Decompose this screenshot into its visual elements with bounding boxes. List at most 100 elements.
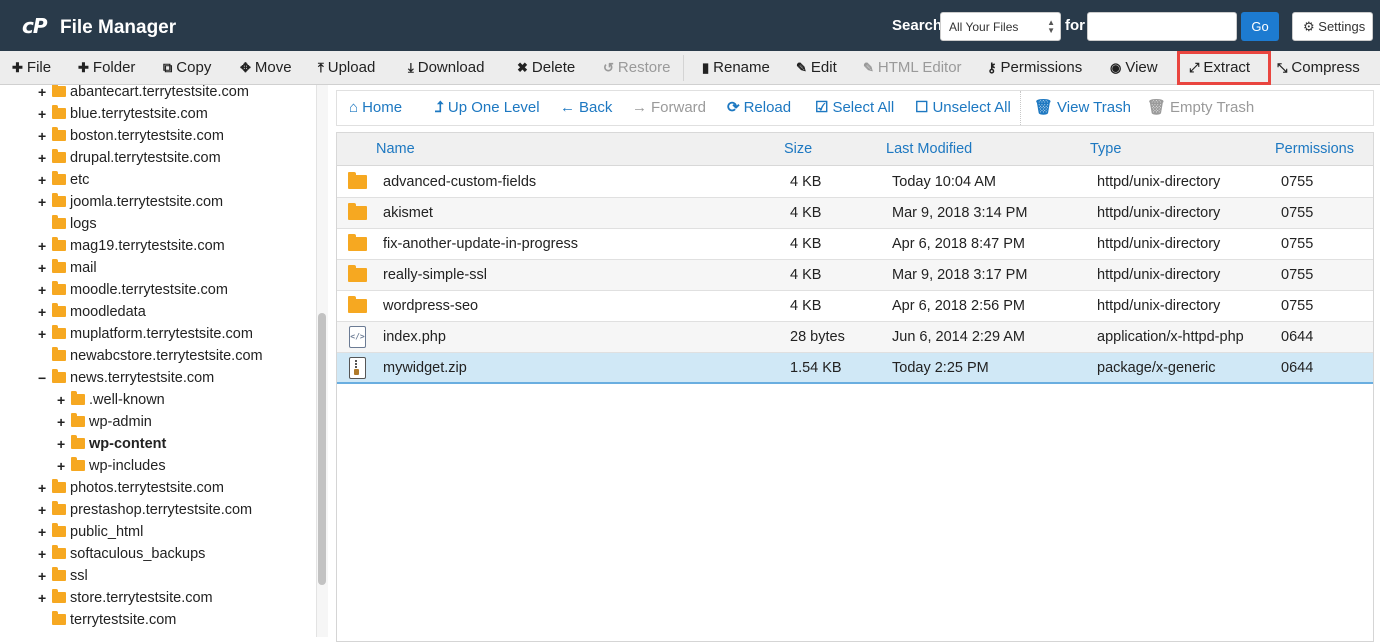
select-all-button[interactable]: ☑ Select All bbox=[815, 91, 894, 125]
column-header-last-modified[interactable]: Last Modified bbox=[886, 133, 972, 166]
expand-icon[interactable]: + bbox=[38, 477, 48, 499]
file-type: httpd/unix-directory bbox=[1097, 174, 1221, 190]
file-name: index.php bbox=[383, 329, 446, 345]
permissions-button[interactable]: ⚷ Permissions bbox=[987, 51, 1082, 84]
view-button[interactable]: ◉ View bbox=[1110, 51, 1158, 84]
folder-icon bbox=[52, 105, 66, 119]
expand-icon[interactable]: + bbox=[38, 521, 48, 543]
expand-icon[interactable]: + bbox=[38, 543, 48, 565]
tree-item-label: moodle.terrytestsite.com bbox=[70, 282, 228, 298]
trash-icon: 🗑 bbox=[1147, 99, 1167, 116]
expand-icon[interactable]: + bbox=[38, 147, 48, 169]
settings-button[interactable]: ⚙ Settings bbox=[1292, 12, 1373, 41]
expand-icon[interactable]: + bbox=[38, 191, 48, 213]
file-type: httpd/unix-directory bbox=[1097, 298, 1221, 314]
search-label: Search bbox=[892, 17, 943, 34]
checkbox-empty-icon: ☐ bbox=[915, 99, 929, 116]
tree-item-label: logs bbox=[70, 216, 97, 232]
settings-label: Settings bbox=[1318, 19, 1366, 34]
expand-icon[interactable]: + bbox=[38, 85, 48, 103]
empty-trash-button[interactable]: 🗑 Empty Trash bbox=[1147, 91, 1254, 125]
search-scope-value: All Your Files bbox=[949, 20, 1019, 34]
key-icon: ⚷ bbox=[987, 60, 997, 75]
expand-icon[interactable]: + bbox=[38, 279, 48, 301]
file-size: 4 KB bbox=[790, 205, 822, 221]
file-type: httpd/unix-directory bbox=[1097, 267, 1221, 283]
pencil-icon: ✎ bbox=[796, 60, 807, 75]
back-button[interactable]: ← Back bbox=[560, 91, 612, 125]
column-header-type[interactable]: Type bbox=[1090, 133, 1121, 166]
folder-icon bbox=[52, 259, 66, 273]
expand-icon[interactable]: + bbox=[38, 257, 48, 279]
go-button[interactable]: Go bbox=[1241, 12, 1279, 41]
cpanel-logo[interactable]: cP bbox=[22, 14, 47, 38]
forward-button[interactable]: → Forward bbox=[632, 91, 706, 125]
folder-icon bbox=[71, 457, 85, 471]
html-editor-button[interactable]: ✎ HTML Editor bbox=[863, 51, 962, 84]
table-row[interactable]: fix-another-update-in-progress 4 KB Apr 6,… bbox=[337, 229, 1373, 260]
tree-scrollbar-thumb[interactable] bbox=[318, 313, 326, 585]
table-row[interactable]: mywidget.zip 1.54 KB Today 2:25 PM package/… bbox=[337, 353, 1373, 384]
tree-item-label: mail bbox=[70, 260, 97, 276]
expand-icon[interactable]: + bbox=[38, 125, 48, 147]
compress-button[interactable]: ⤡ Compress bbox=[1277, 51, 1360, 84]
search-input[interactable] bbox=[1087, 12, 1237, 41]
tree-item-label: store.terrytestsite.com bbox=[70, 590, 213, 606]
expand-icon[interactable]: + bbox=[57, 411, 67, 433]
expand-icon[interactable]: + bbox=[57, 455, 67, 477]
up-one-level-button[interactable]: ⮥ Up One Level bbox=[435, 91, 540, 125]
reload-button[interactable]: ⟳ Reload bbox=[727, 91, 791, 125]
table-row[interactable]: advanced-custom-fields 4 KB Today 10:04 AM… bbox=[337, 167, 1373, 198]
file-modified: Mar 9, 2018 3:14 PM bbox=[892, 205, 1028, 221]
restore-icon: ↺ bbox=[603, 60, 614, 75]
home-button[interactable]: ⌂ Home bbox=[349, 91, 402, 125]
column-header-permissions[interactable]: Permissions bbox=[1275, 133, 1354, 166]
expand-icon[interactable]: + bbox=[38, 103, 48, 125]
expand-icon[interactable]: + bbox=[38, 235, 48, 257]
navigation-bar: ⌂ Home ⮥ Up One Level ← Back → Forward ⟳ Relo… bbox=[336, 90, 1374, 126]
file-name: akismet bbox=[383, 205, 433, 221]
table-row[interactable]: really-simple-ssl 4 KB Mar 9, 2018 3:17 PM… bbox=[337, 260, 1373, 291]
file-modified: Apr 6, 2018 8:47 PM bbox=[892, 236, 1025, 252]
move-button[interactable]: ✥ Move bbox=[240, 51, 292, 84]
column-header-size[interactable]: Size bbox=[784, 133, 812, 166]
expand-icon[interactable]: + bbox=[38, 301, 48, 323]
expand-icon[interactable]: + bbox=[57, 389, 67, 411]
expand-icon[interactable]: + bbox=[38, 587, 48, 609]
expand-icon[interactable]: + bbox=[38, 323, 48, 345]
rename-button[interactable]: ▮ Rename bbox=[702, 51, 770, 84]
plus-icon: ✚ bbox=[78, 60, 89, 75]
new-file-button[interactable]: ✚ File bbox=[12, 51, 51, 84]
file-name: mywidget.zip bbox=[383, 360, 467, 376]
file-type: httpd/unix-directory bbox=[1097, 236, 1221, 252]
unselect-all-button[interactable]: ☐ Unselect All bbox=[915, 91, 1011, 125]
toolbar-divider bbox=[683, 55, 684, 81]
edit-button[interactable]: ✎ Edit bbox=[796, 51, 837, 84]
view-trash-button[interactable]: 🗑 View Trash bbox=[1034, 91, 1131, 125]
table-row[interactable]: </> index.php 28 bytes Jun 6, 2014 2:29 AM a… bbox=[337, 322, 1373, 353]
download-button[interactable]: ⤓ Download bbox=[408, 51, 484, 84]
copy-button[interactable]: ⧉ Copy bbox=[163, 51, 211, 84]
new-folder-button[interactable]: ✚ Folder bbox=[78, 51, 135, 84]
tree-item-label: ssl bbox=[70, 568, 88, 584]
expand-icon[interactable]: + bbox=[38, 565, 48, 587]
select-arrows-icon: ▲ ▼ bbox=[1047, 18, 1055, 35]
file-size: 28 bytes bbox=[790, 329, 845, 345]
expand-icon[interactable]: + bbox=[57, 433, 67, 455]
search-scope-select[interactable]: All Your Files ▲ ▼ bbox=[940, 12, 1061, 41]
expand-icon[interactable]: + bbox=[38, 499, 48, 521]
refresh-icon: ⟳ bbox=[727, 99, 740, 116]
upload-icon: ⤒ bbox=[318, 60, 324, 75]
column-header-name[interactable]: Name bbox=[376, 133, 415, 166]
collapse-icon[interactable]: − bbox=[38, 367, 48, 389]
tree-item-label: terrytestsite.com bbox=[70, 612, 177, 628]
table-row[interactable]: akismet 4 KB Mar 9, 2018 3:14 PM httpd/unix… bbox=[337, 198, 1373, 229]
folder-icon bbox=[52, 501, 66, 515]
restore-button[interactable]: ↺ Restore bbox=[603, 51, 670, 84]
tree-item-label: joomla.terrytestsite.com bbox=[70, 194, 224, 210]
tree-item-label: wp-content bbox=[89, 436, 167, 452]
upload-button[interactable]: ⤒ Upload bbox=[318, 51, 375, 84]
table-row[interactable]: wordpress-seo 4 KB Apr 6, 2018 2:56 PM http… bbox=[337, 291, 1373, 322]
delete-button[interactable]: ✖ Delete bbox=[517, 51, 575, 84]
expand-icon[interactable]: + bbox=[38, 169, 48, 191]
